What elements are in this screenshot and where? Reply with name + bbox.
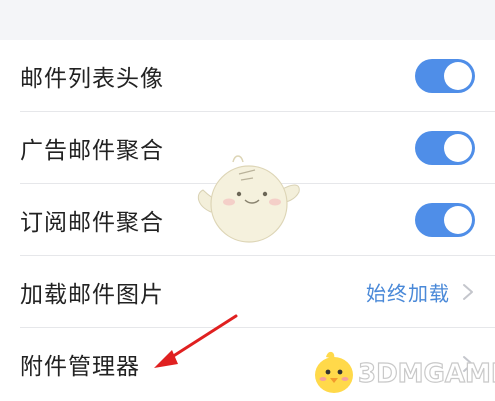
watermark-text: 3DMGAME bbox=[357, 358, 495, 389]
setting-label: 附件管理器 bbox=[20, 354, 140, 380]
chevron-right-icon bbox=[463, 284, 473, 300]
setting-label: 加载邮件图片 bbox=[20, 282, 164, 308]
watermark-chick-logo-icon bbox=[315, 351, 353, 393]
toggle-knob bbox=[444, 206, 472, 234]
load-images-value: 始终加载 bbox=[366, 281, 450, 306]
setting-label: 广告邮件聚合 bbox=[20, 138, 164, 164]
mascot-sticker-icon bbox=[197, 155, 300, 243]
toggle-knob bbox=[444, 62, 472, 90]
subscription-mail-aggregate-toggle[interactable] bbox=[415, 203, 475, 237]
setting-row-load-mail-images[interactable]: 加载邮件图片 始终加载 bbox=[0, 256, 495, 328]
toggle-knob bbox=[444, 134, 472, 162]
mail-list-avatar-toggle[interactable] bbox=[415, 59, 475, 93]
ad-mail-aggregate-toggle[interactable] bbox=[415, 131, 475, 165]
setting-row-mail-list-avatar[interactable]: 邮件列表头像 bbox=[0, 40, 495, 112]
setting-label: 订阅邮件聚合 bbox=[20, 210, 164, 236]
top-section-gap bbox=[0, 0, 495, 40]
annotation-arrow-icon bbox=[154, 314, 238, 368]
site-watermark: 3DMGAME bbox=[300, 345, 495, 401]
setting-label: 邮件列表头像 bbox=[20, 66, 164, 92]
